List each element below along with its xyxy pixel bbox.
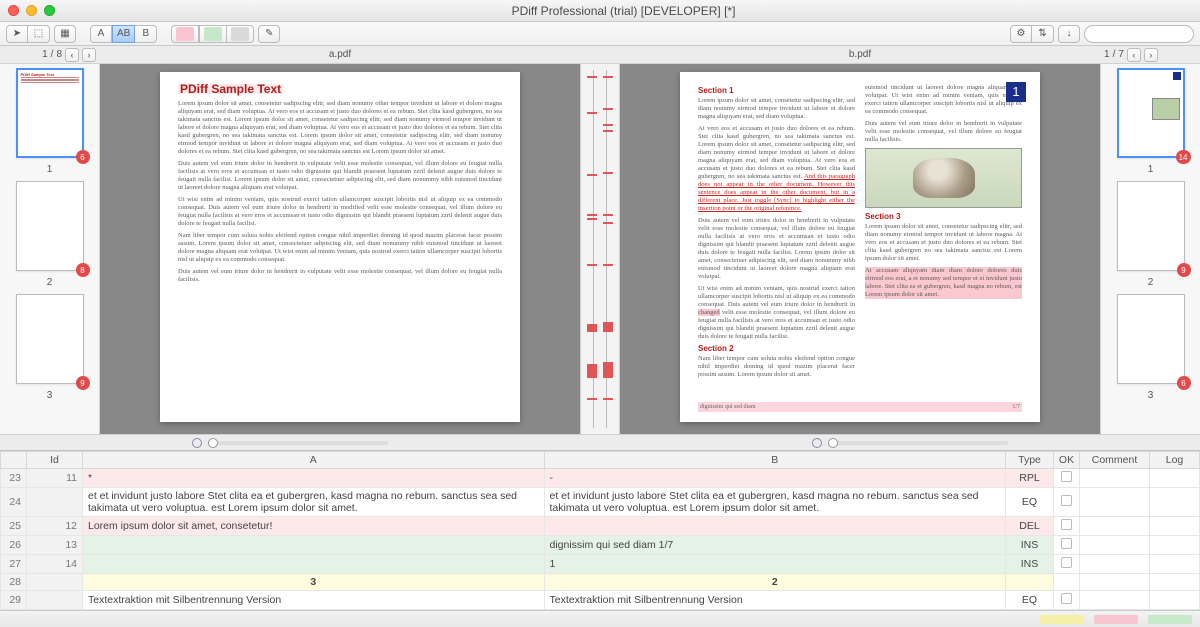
ok-checkbox[interactable] <box>1061 538 1072 549</box>
thumb-b-1[interactable] <box>1117 68 1185 158</box>
main-compare: PDiff Sample Text6 1 8 2 9 3 PDiff Sampl… <box>0 64 1200 434</box>
status-chip-yellow <box>1040 615 1084 624</box>
zoom-b-slider[interactable] <box>828 441 1008 445</box>
page-b-footer: dignissim qui sed diam1/7 <box>698 402 1022 412</box>
thumb-a-1[interactable]: PDiff Sample Text <box>16 68 84 158</box>
table-row[interactable]: 2512Lorem ipsum dolor sit amet, consetet… <box>1 517 1200 536</box>
page-a-title: PDiff Sample Text <box>178 84 283 94</box>
thumb-a-2[interactable] <box>16 181 84 271</box>
swatch-gray[interactable] <box>227 25 254 43</box>
prev-a-button[interactable]: ‹ <box>65 48 79 62</box>
view-b-button[interactable]: B <box>135 25 157 43</box>
minimize-icon[interactable] <box>26 5 37 16</box>
status-bar <box>0 610 1200 627</box>
view-a-button[interactable]: A <box>90 25 112 43</box>
col-id[interactable]: Id <box>27 452 83 469</box>
swatch-pink[interactable] <box>171 25 199 43</box>
nav-row: 1 /8 ‹ › a.pdf b.pdf 1 /7 ‹ › <box>0 46 1200 64</box>
ok-checkbox[interactable] <box>1061 495 1072 506</box>
table-row[interactable]: 27141INS <box>1 555 1200 574</box>
table-row[interactable]: 24et et invidunt justo labore Stet clita… <box>1 488 1200 517</box>
maximize-icon[interactable] <box>44 5 55 16</box>
page-b: 1 Section 1 Lorem ipsum dolor sit amet, … <box>680 72 1040 422</box>
pointer-tool[interactable]: ➤ <box>6 25 28 43</box>
page-b-total: 7 <box>1118 49 1124 60</box>
settings-button[interactable]: ⚙ <box>1010 25 1032 43</box>
zoom-b-icon[interactable] <box>812 438 822 448</box>
prev-b-button[interactable]: ‹ <box>1127 48 1141 62</box>
thumb-b-3[interactable] <box>1117 294 1185 384</box>
doc-b-pane[interactable]: 1 Section 1 Lorem ipsum dolor sit amet, … <box>620 64 1100 434</box>
page-a-total: 8 <box>56 49 62 60</box>
grid-icon[interactable]: ▦ <box>54 25 76 43</box>
table-row[interactable]: 2613dignissim qui sed diam 1/7INS <box>1 536 1200 555</box>
wand-icon[interactable]: ✎ <box>258 25 280 43</box>
thumb-a-3[interactable] <box>16 294 84 384</box>
col-comment[interactable]: Comment <box>1080 452 1150 469</box>
table-row[interactable]: 2311*-RPL <box>1 469 1200 488</box>
file-b-label: b.pdf <box>620 49 1100 60</box>
swatch-green[interactable] <box>199 25 227 43</box>
status-chip-pink <box>1094 615 1138 624</box>
sync-button[interactable]: ⇅ <box>1032 25 1054 43</box>
ok-checkbox[interactable] <box>1061 593 1072 604</box>
doc-a-pane[interactable]: PDiff Sample Text Lorem ipsum dolor sit … <box>100 64 580 434</box>
diff-table: Id A B Type OK Comment Log 2311*-RPL24et… <box>0 450 1200 610</box>
page-a-current: 1 <box>42 49 48 60</box>
col-log[interactable]: Log <box>1150 452 1200 469</box>
cat-image <box>865 148 1022 208</box>
zoom-a-slider[interactable] <box>208 441 388 445</box>
ok-checkbox[interactable] <box>1061 519 1072 530</box>
toolbar: ➤ ⬚ ▦ A AB B ✎ ⚙ ⇅ ↓ <box>0 22 1200 46</box>
window-controls <box>8 5 55 16</box>
titlebar: PDiff Professional (trial) [DEVELOPER] [… <box>0 0 1200 22</box>
close-icon[interactable] <box>8 5 19 16</box>
thumbs-b: 14 1 9 2 6 3 <box>1100 64 1200 434</box>
search-input[interactable] <box>1084 25 1194 43</box>
ok-checkbox[interactable] <box>1061 471 1072 482</box>
col-type[interactable]: Type <box>1006 452 1054 469</box>
file-a-label: a.pdf <box>100 49 580 60</box>
page-a: PDiff Sample Text Lorem ipsum dolor sit … <box>160 72 520 422</box>
page-b-current: 1 <box>1104 49 1110 60</box>
col-a[interactable]: A <box>83 452 545 469</box>
window-title: PDiff Professional (trial) [DEVELOPER] [… <box>55 4 1192 18</box>
thumbs-a: PDiff Sample Text6 1 8 2 9 3 <box>0 64 100 434</box>
link-tool[interactable]: ⬚ <box>28 25 50 43</box>
next-a-button[interactable]: › <box>82 48 96 62</box>
thumb-b-2[interactable] <box>1117 181 1185 271</box>
next-b-button[interactable]: › <box>1144 48 1158 62</box>
col-b[interactable]: B <box>544 452 1006 469</box>
col-ok[interactable]: OK <box>1054 452 1080 469</box>
table-row[interactable]: 2832 <box>1 574 1200 591</box>
view-ab-button[interactable]: AB <box>112 25 135 43</box>
diff-strip[interactable] <box>580 64 620 434</box>
page-b-number: 1 <box>1006 82 1026 102</box>
table-row[interactable]: 29Textextraktion mit Silbentrennung Vers… <box>1 591 1200 610</box>
ok-checkbox[interactable] <box>1061 557 1072 568</box>
zoom-a-icon[interactable] <box>192 438 202 448</box>
down-button[interactable]: ↓ <box>1058 25 1080 43</box>
zoom-row <box>0 434 1200 450</box>
status-chip-green <box>1148 615 1192 624</box>
